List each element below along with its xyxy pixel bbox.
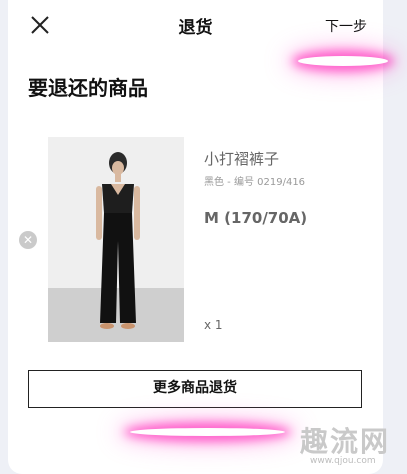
- watermark-text: 趣流网: [300, 425, 391, 458]
- highlight-mark: [298, 56, 388, 66]
- watermark-url: www.qjou.com: [310, 456, 376, 466]
- product-quantity: x 1: [204, 318, 223, 332]
- product-name: 小打褶裤子: [204, 150, 280, 168]
- return-screen: 退货 下一步 要退还的商品 ✕ 小打褶裤子 黑色 - 编号 0219/416 M…: [8, 0, 383, 474]
- top-bar: 退货 下一步: [8, 0, 383, 50]
- remove-item-icon[interactable]: ✕: [19, 231, 37, 249]
- next-step-button[interactable]: 下一步: [325, 16, 367, 36]
- highlight-mark: [130, 428, 285, 436]
- product-image: [48, 137, 184, 342]
- section-heading: 要退还的商品: [28, 76, 148, 100]
- product-size: M (170/70A): [204, 209, 308, 227]
- product-meta: 黑色 - 编号 0219/416: [204, 177, 306, 188]
- model-figure: [96, 152, 140, 329]
- return-more-items-button[interactable]: 更多商品退货: [28, 370, 362, 408]
- watermark: 趣流网 www.qjou.com: [300, 420, 391, 466]
